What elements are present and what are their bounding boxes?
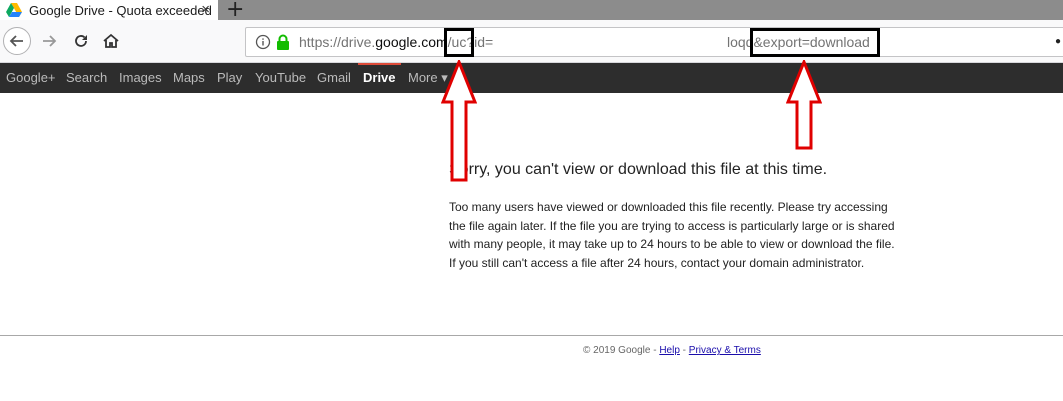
gbar-item-gmail[interactable]: Gmail xyxy=(317,70,351,85)
tab-close-icon[interactable]: × xyxy=(201,1,210,18)
gbar-item-images[interactable]: Images xyxy=(119,70,162,85)
gbar-item-search[interactable]: Search xyxy=(66,70,107,85)
gbar-item-googleplus[interactable]: Google+ xyxy=(6,70,56,85)
tab-google-drive[interactable]: Google Drive - Quota exceeded × xyxy=(0,0,218,20)
url-prefix: https://drive. xyxy=(299,34,376,50)
back-arrow-icon xyxy=(9,35,23,47)
error-body: Too many users have viewed or downloaded… xyxy=(449,200,895,270)
error-title: Sorry, you can't view or download this f… xyxy=(449,161,828,178)
annotation-box-export xyxy=(750,28,880,57)
url-host: google.com xyxy=(375,34,448,50)
active-tab-indicator xyxy=(358,63,401,65)
annotation-box-uc xyxy=(444,28,474,57)
gbar-item-youtube[interactable]: YouTube xyxy=(255,70,306,85)
google-bar: Google+ Search Images Maps Play YouTube … xyxy=(0,63,1063,93)
browser-toolbar: https://drive.google.com/uc?id= loqq&exp… xyxy=(0,20,1063,63)
reload-button[interactable] xyxy=(68,28,94,54)
back-button[interactable] xyxy=(3,27,31,55)
forward-button[interactable] xyxy=(36,28,62,54)
home-icon xyxy=(103,33,119,48)
gbar-item-maps[interactable]: Maps xyxy=(173,70,205,85)
annotation-arrow-up-icon xyxy=(786,60,822,150)
tab-strip: Google Drive - Quota exceeded × + xyxy=(0,0,1063,22)
footer-copyright: © 2019 Google - xyxy=(583,345,660,356)
help-link[interactable]: Help xyxy=(659,345,680,356)
reload-icon xyxy=(75,35,87,47)
home-button[interactable] xyxy=(98,28,124,54)
footer: © 2019 Google - Help - Privacy & Terms xyxy=(583,345,761,356)
footer-separator: - xyxy=(679,345,689,356)
new-tab-button[interactable]: + xyxy=(226,0,244,22)
lock-icon[interactable] xyxy=(276,34,290,50)
annotation-arrow-up-icon xyxy=(441,60,477,182)
tab-title: Google Drive - Quota exceeded xyxy=(29,2,212,18)
forward-arrow-icon xyxy=(43,35,57,47)
footer-divider xyxy=(0,335,1063,336)
url-bar[interactable]: https://drive.google.com/uc?id= loqq&exp… xyxy=(245,27,1063,57)
google-drive-icon xyxy=(6,3,22,17)
gbar-item-play[interactable]: Play xyxy=(217,70,242,85)
gbar-item-drive[interactable]: Drive xyxy=(363,70,396,85)
page-actions-icon[interactable]: ● xyxy=(1055,36,1061,47)
privacy-terms-link[interactable]: Privacy & Terms xyxy=(689,345,761,356)
info-icon[interactable] xyxy=(255,34,271,50)
